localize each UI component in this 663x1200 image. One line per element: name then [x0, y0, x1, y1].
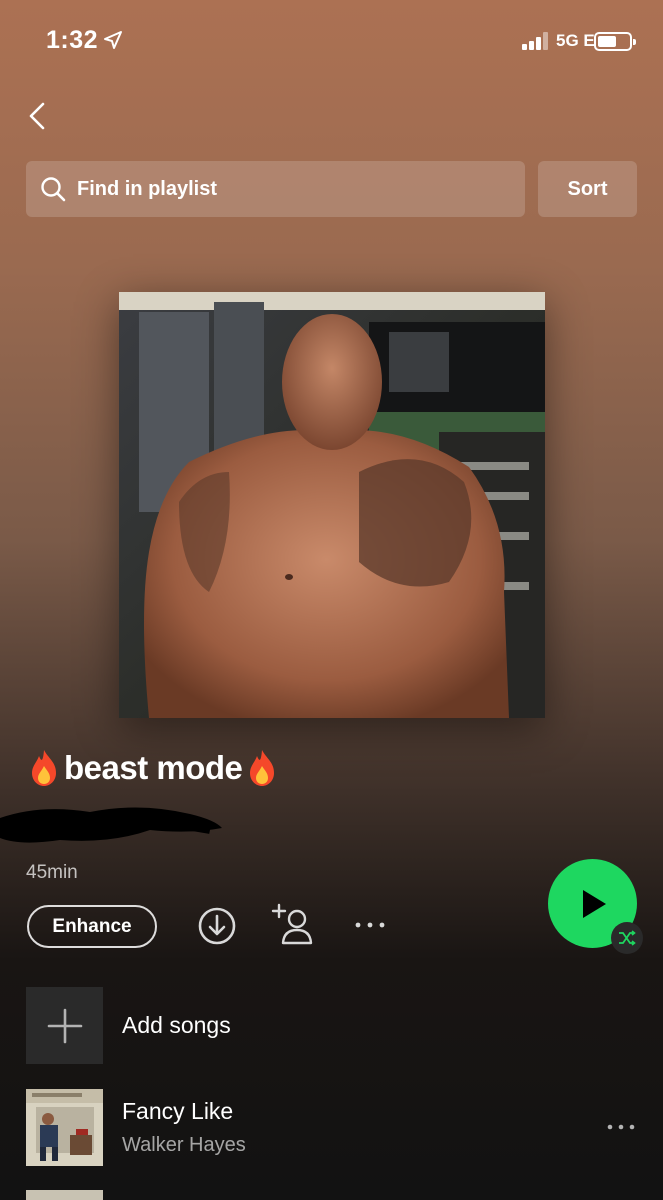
- sort-button[interactable]: Sort: [538, 161, 637, 217]
- more-icon[interactable]: [352, 915, 388, 935]
- redacted-owner-name: [0, 807, 222, 843]
- track-title: Fancy Like: [122, 1098, 234, 1124]
- enhance-button[interactable]: Enhance: [27, 905, 157, 948]
- location-arrow-icon: [104, 31, 122, 49]
- fire-icon: [32, 750, 56, 786]
- signal-icon: [522, 32, 550, 50]
- shuffle-icon: [619, 930, 636, 946]
- download-icon[interactable]: [197, 906, 237, 946]
- playlist-title: beast mode: [64, 749, 243, 786]
- add-songs-label: Add songs: [122, 1012, 231, 1038]
- track-artist: Walker Hayes: [122, 1134, 246, 1156]
- plus-icon: [47, 1008, 82, 1043]
- add-songs-row[interactable]: Add songs: [26, 987, 637, 1064]
- search-icon: [41, 177, 66, 202]
- track-album-art: [26, 1089, 103, 1166]
- shuffle-button[interactable]: [611, 922, 643, 954]
- back-chevron-icon[interactable]: [24, 98, 56, 134]
- search-input[interactable]: Find in playlist: [26, 161, 525, 217]
- battery-icon: [594, 32, 636, 51]
- playlist-title-row: beast mode: [26, 748, 280, 788]
- add-user-icon[interactable]: [271, 902, 317, 946]
- playlist-duration: 45min: [26, 862, 78, 883]
- status-bar: 1:32 5G E: [0, 0, 663, 80]
- network-label: 5G E: [556, 31, 595, 50]
- track-more-icon[interactable]: [605, 1118, 637, 1136]
- playlist-cover-image: [119, 292, 545, 718]
- track-info: Fancy Like Walker Hayes: [122, 1098, 246, 1157]
- add-songs-tile: [26, 987, 103, 1064]
- next-track-album-art: [26, 1190, 103, 1200]
- status-time: 1:32: [46, 26, 99, 54]
- fire-icon: [250, 750, 275, 786]
- track-row[interactable]: Fancy Like Walker Hayes: [26, 1089, 637, 1166]
- search-placeholder: Find in playlist: [77, 177, 218, 200]
- play-icon: [582, 889, 606, 918]
